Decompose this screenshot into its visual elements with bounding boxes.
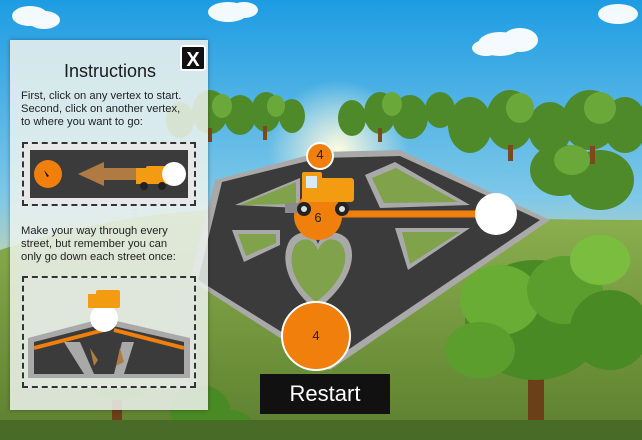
vertex-label: 6 (314, 210, 322, 225)
close-button[interactable]: X (180, 45, 206, 71)
vertex-label: 4 (312, 328, 320, 343)
vertex-right[interactable] (475, 193, 517, 235)
instructions-text: First, click on any vertex to start. Sec… (21, 90, 182, 128)
instructions-text: Make your way through every street, but … (21, 225, 176, 263)
instruction-demo-streets (22, 276, 196, 388)
instructions-panel: Instructions First, click on any vertex … (10, 40, 208, 410)
vertex-label: 4 (316, 147, 324, 162)
cloud (598, 4, 638, 24)
restart-button[interactable]: Restart (260, 374, 390, 414)
instruction-demo-click (22, 142, 196, 206)
